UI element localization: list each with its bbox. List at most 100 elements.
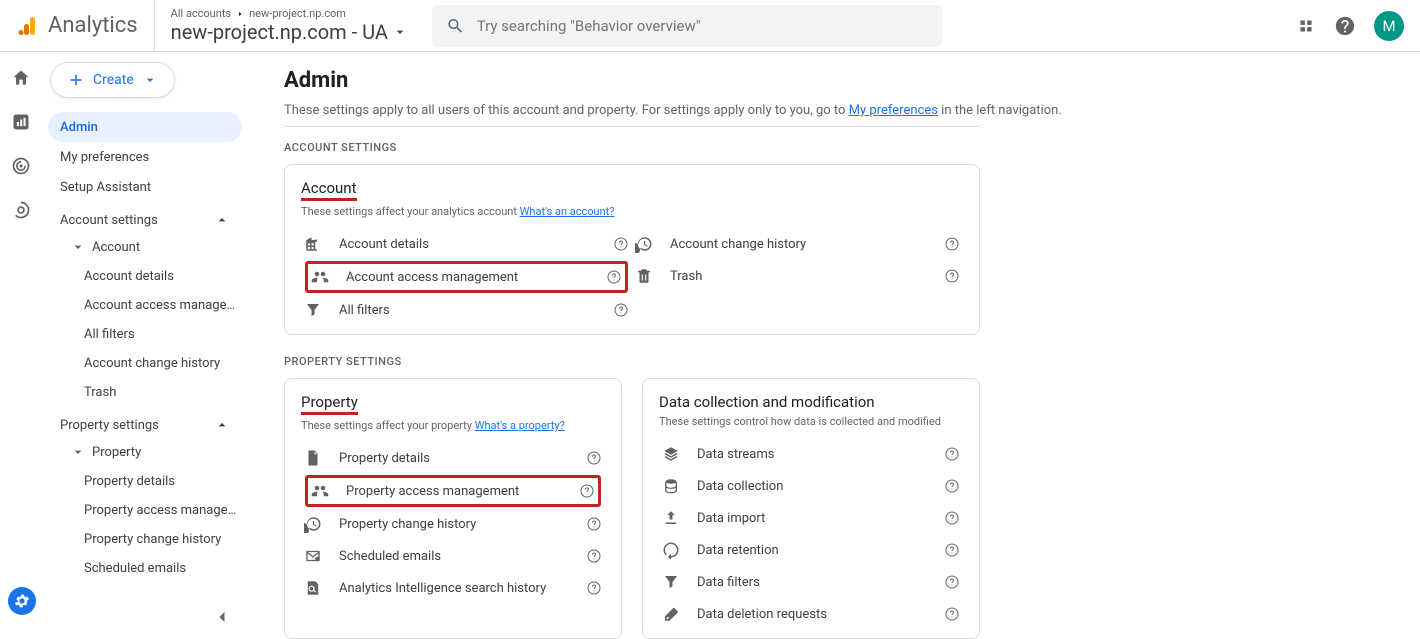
sidebar-item-preferences[interactable]: My preferences [48,142,242,172]
create-label: Create [93,72,134,88]
row-account-change-history[interactable]: Account change history [632,228,963,260]
help-icon[interactable] [585,580,603,596]
filter-icon [662,573,680,591]
row-label: Data streams [697,447,927,462]
sidebar-leaf-property-history[interactable]: Property change history [48,525,242,554]
help-icon[interactable] [943,606,961,622]
help-icon[interactable] [1334,15,1356,37]
sidebar-collapse[interactable] [212,607,232,627]
sidebar-item-label: Admin [60,120,98,135]
sidebar-section-property-settings[interactable]: Property settings [48,407,242,437]
row-label: Property access management [346,484,562,499]
search-box[interactable] [432,5,942,47]
apps-icon[interactable] [1296,16,1316,36]
row-label: Data import [697,511,927,526]
whats-a-property-link[interactable]: What's a property? [475,419,565,432]
sidebar-leaf-all-filters[interactable]: All filters [48,320,242,349]
sidebar-section-account-settings[interactable]: Account settings [48,202,242,232]
chevron-right-icon [235,9,245,19]
row-account-access-management[interactable]: Account access management [305,261,628,293]
row-data-import[interactable]: Data import [659,502,963,534]
caret-down-icon [70,239,86,255]
row-data-streams[interactable]: Data streams [659,438,963,470]
row-data-retention[interactable]: Data retention [659,534,963,566]
help-icon[interactable] [585,548,603,564]
sidebar-leaf-property-access[interactable]: Property access managem... [48,496,242,525]
analytics-logo-icon [16,14,40,38]
layers-icon [662,445,680,463]
sidebar-leaf-scheduled-emails[interactable]: Scheduled emails [48,554,242,583]
mail-icon [304,547,322,565]
search-wrap [432,5,942,47]
avatar[interactable]: M [1374,11,1404,41]
row-label: Property details [339,451,569,466]
sidebar-item-setup-assistant[interactable]: Setup Assistant [48,172,242,202]
rail-reports[interactable] [9,110,33,134]
my-preferences-link[interactable]: My preferences [849,103,938,118]
divider [284,126,980,127]
row-data-filters[interactable]: Data filters [659,566,963,598]
help-icon[interactable] [605,269,623,285]
rail-advertising[interactable] [9,198,33,222]
sidebar-item-label: My preferences [60,150,149,165]
row-account-details[interactable]: Account details [301,228,632,260]
history-icon [304,515,322,533]
help-icon[interactable] [943,446,961,462]
help-icon[interactable] [943,510,961,526]
sidebar-sub-property[interactable]: Property [48,437,242,467]
row-data-collection[interactable]: Data collection [659,470,963,502]
help-icon[interactable] [943,574,961,590]
help-icon[interactable] [943,478,961,494]
row-label: Data retention [697,543,927,558]
sidebar-leaf-account-history[interactable]: Account change history [48,349,242,378]
search-icon [446,16,465,36]
help-icon[interactable] [578,483,596,499]
account-selector[interactable]: All accounts new-project.np.com new-proj… [154,0,408,51]
help-icon[interactable] [943,268,961,284]
avatar-letter: M [1382,17,1395,35]
sidebar-leaf-account-details[interactable]: Account details [48,262,242,291]
row-property-access-management[interactable]: Property access management [305,475,601,507]
row-label: Data filters [697,575,927,590]
doc-icon [304,449,322,467]
row-label: Data collection [697,479,927,494]
trash-icon [635,267,653,285]
sidebar-section-label: Property settings [60,418,159,433]
help-icon[interactable] [585,516,603,532]
rail-admin-gear[interactable] [8,587,36,615]
help-icon[interactable] [585,450,603,466]
sidebar-leaf-account-access[interactable]: Account access managem... [48,291,242,320]
section-property-settings-label: PROPERTY SETTINGS [284,355,1420,368]
crumb-project: new-project.np.com [249,7,346,20]
sidebar-leaf-trash[interactable]: Trash [48,378,242,407]
help-icon[interactable] [612,236,630,252]
eraser-icon [662,605,680,623]
row-property-details[interactable]: Property details [301,442,605,474]
row-trash[interactable]: Trash [632,260,963,292]
card-sub-text: These settings affect your analytics acc… [301,205,520,218]
help-icon[interactable] [943,236,961,252]
help-icon[interactable] [943,542,961,558]
logo-block[interactable]: Analytics [16,13,138,38]
chevron-left-icon [212,607,232,627]
card-sub-text: These settings affect your property [301,419,475,432]
row-data-deletion-requests[interactable]: Data deletion requests [659,598,963,630]
row-all-filters[interactable]: All filters [301,294,632,326]
search-input[interactable] [477,17,928,35]
upload-icon [662,509,680,527]
row-scheduled-emails[interactable]: Scheduled emails [301,540,605,572]
sidebar-leaf-property-details[interactable]: Property details [48,467,242,496]
create-button[interactable]: Create [50,62,175,98]
sidebar-sub-account[interactable]: Account [48,232,242,262]
rail-home[interactable] [9,66,33,90]
sidebar-section-label: Account settings [60,213,158,228]
sidebar-item-admin[interactable]: Admin [48,112,242,142]
row-property-change-history[interactable]: Property change history [301,508,605,540]
help-icon[interactable] [612,302,630,318]
caret-down-icon [70,444,86,460]
retention-icon [662,541,680,559]
rail-explore[interactable] [9,154,33,178]
whats-an-account-link[interactable]: What's an account? [520,205,615,218]
row-analytics-intelligence-search-history[interactable]: Analytics Intelligence search history [301,572,605,604]
card-subtitle: These settings control how data is colle… [659,415,963,428]
